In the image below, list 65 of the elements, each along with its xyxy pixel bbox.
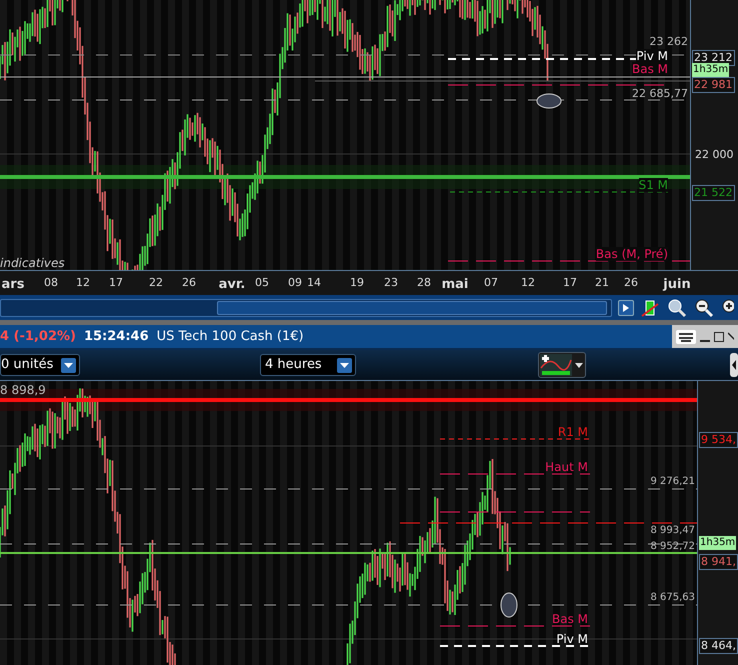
axis-tick-label: 22 000: [695, 147, 734, 163]
level-label: Bas (M, Pré): [596, 247, 668, 261]
marker-ellipse: [536, 94, 562, 108]
level-label: Piv M: [556, 632, 588, 646]
date-label: 19: [350, 275, 364, 291]
date-label: 07: [484, 275, 498, 291]
price-tag: 8 464,: [699, 638, 738, 654]
timer-tag: 1h35m: [699, 536, 736, 550]
date-label: 26: [182, 275, 196, 291]
caret-down-icon: [61, 358, 76, 372]
price-tag: 9 534,: [699, 432, 738, 448]
price-tag: 21 522: [692, 185, 734, 201]
date-label: juin: [663, 276, 691, 294]
date-label: 28: [417, 275, 431, 291]
scrollbar-thumb[interactable]: [217, 300, 607, 314]
price-label: 22 685,77: [632, 87, 688, 100]
maximize-icon[interactable]: [714, 330, 724, 342]
zoom-icon[interactable]: [666, 298, 688, 318]
date-label: 23: [384, 275, 398, 291]
price-tag: 8 941,: [699, 554, 738, 570]
price-label: 8 675,63: [650, 592, 695, 604]
price-label: 9 276,21: [650, 476, 695, 488]
level-label: Haut M: [545, 460, 588, 474]
date-label: 17: [109, 275, 123, 291]
date-label: 17: [563, 275, 577, 291]
window-title: US Tech 100 Cash (1€): [156, 328, 304, 346]
date-label: mai: [442, 276, 468, 294]
date-label: 05: [255, 275, 269, 291]
price-tag: 22 981: [692, 77, 734, 93]
time-text: 15:24:46: [84, 328, 149, 346]
date-label: 22: [149, 275, 163, 291]
date-label: 14: [307, 275, 321, 291]
price-label: 8 898,9: [0, 383, 46, 397]
level-label: Bas M: [552, 612, 588, 626]
level-label: Bas M: [632, 62, 668, 76]
caret-down-icon: [337, 358, 352, 372]
date-label: ars: [2, 276, 24, 294]
marker-ellipse: [500, 592, 518, 618]
scroll-right-button[interactable]: [618, 300, 634, 316]
horizontal-scrollbar[interactable]: [0, 298, 612, 316]
level-label: Piv M: [636, 49, 668, 63]
indicator-chart-icon: [540, 354, 572, 376]
price-label: 8 993,47: [650, 525, 695, 537]
caret-down-icon: [574, 361, 584, 369]
dropdown[interactable]: 4 heures: [260, 354, 356, 376]
indicator-button[interactable]: [538, 352, 586, 378]
chart-tool-icon[interactable]: [640, 298, 660, 318]
keyboard-icon[interactable]: [676, 330, 696, 344]
level-label: S1 M: [638, 178, 668, 192]
zoom-out-icon[interactable]: [694, 298, 714, 318]
note-text: indicatives: [0, 256, 65, 270]
date-label: avr.: [218, 276, 246, 294]
dropdown[interactable]: 0 unités: [0, 354, 80, 376]
date-label: 12: [521, 275, 535, 291]
date-label: 21: [595, 275, 609, 291]
date-label: 26: [624, 275, 638, 291]
change-text: 4 (-1,02%): [0, 328, 76, 346]
price-label: 8 952,72: [650, 541, 695, 553]
date-label: 08: [44, 275, 58, 291]
triangle-right-icon: [623, 304, 629, 312]
date-label: 09: [288, 275, 302, 291]
price-label: 23 262: [650, 35, 688, 48]
level-label: R1 M: [558, 425, 588, 439]
timer-tag: 1h35m: [692, 63, 730, 77]
date-label: 12: [76, 275, 90, 291]
